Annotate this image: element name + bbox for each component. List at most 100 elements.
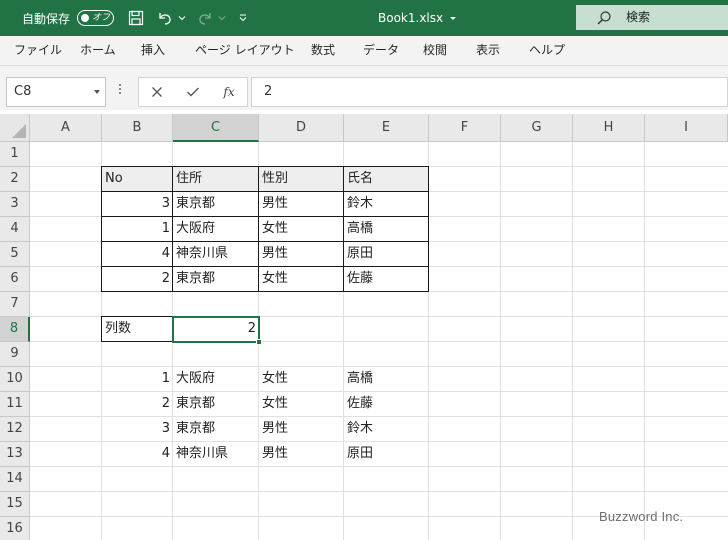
tab-help[interactable]: ヘルプ: [529, 36, 565, 66]
row-header-2[interactable]: 2: [0, 167, 30, 192]
cell-d6[interactable]: 女性: [259, 267, 344, 291]
row-header-1[interactable]: 1: [0, 142, 30, 167]
fill-handle[interactable]: [256, 339, 262, 345]
row-header-4[interactable]: 4: [0, 217, 30, 242]
cell-e10[interactable]: 高橋: [344, 367, 429, 391]
column-header-e[interactable]: E: [344, 114, 429, 142]
cell-b10[interactable]: 1: [102, 367, 173, 391]
row-header-15[interactable]: 15: [0, 492, 30, 517]
cancel-icon[interactable]: [144, 78, 170, 106]
tab-page-layout[interactable]: ページ レイアウト: [195, 36, 295, 66]
customize-toolbar-icon[interactable]: [238, 0, 248, 36]
name-box-dropdown-icon[interactable]: [94, 90, 100, 94]
column-header-c[interactable]: C: [173, 114, 259, 142]
formula-input[interactable]: 2: [251, 77, 728, 107]
search-box[interactable]: 検索: [576, 5, 728, 30]
search-label: 検索: [626, 10, 651, 24]
tab-file[interactable]: ファイル: [14, 36, 62, 66]
cell-e4[interactable]: 高橋: [344, 217, 429, 241]
column-header-f[interactable]: F: [429, 114, 501, 142]
cell-b11[interactable]: 2: [102, 392, 173, 416]
cell-c10[interactable]: 大阪府: [173, 367, 259, 391]
row-header-9[interactable]: 9: [0, 342, 30, 367]
name-box[interactable]: C8: [6, 77, 106, 107]
cell-c5[interactable]: 神奈川県: [173, 242, 259, 266]
row-header-7[interactable]: 7: [0, 292, 30, 317]
cell-c2[interactable]: 住所: [173, 167, 259, 191]
ribbon-tabs: ファイル ホーム 挿入 ページ レイアウト 数式 データ 校閲 表示 ヘルプ: [0, 36, 728, 66]
cell-c12[interactable]: 東京都: [173, 417, 259, 441]
cell-b3[interactable]: 3: [102, 192, 173, 216]
tab-formulas[interactable]: 数式: [311, 36, 335, 66]
cell-b5[interactable]: 4: [102, 242, 173, 266]
column-header-d[interactable]: D: [259, 114, 344, 142]
column-header-b[interactable]: B: [102, 114, 173, 142]
cell-e6[interactable]: 佐藤: [344, 267, 429, 291]
cell-d13[interactable]: 男性: [259, 442, 344, 466]
cell-d12[interactable]: 男性: [259, 417, 344, 441]
cell-e12[interactable]: 鈴木: [344, 417, 429, 441]
cell-c6[interactable]: 東京都: [173, 267, 259, 291]
row-header-13[interactable]: 13: [0, 442, 30, 467]
cell-d3[interactable]: 男性: [259, 192, 344, 216]
tab-insert[interactable]: 挿入: [141, 36, 165, 66]
cell-c11[interactable]: 東京都: [173, 392, 259, 416]
formula-value: 2: [264, 84, 273, 99]
autosave-state: オフ: [92, 13, 111, 23]
watermark: Buzzword Inc.: [599, 509, 684, 524]
cell-b13[interactable]: 4: [102, 442, 173, 466]
cell-d2[interactable]: 性別: [259, 167, 344, 191]
cell-c4[interactable]: 大阪府: [173, 217, 259, 241]
row-header-5[interactable]: 5: [0, 242, 30, 267]
cell-e13[interactable]: 原田: [344, 442, 429, 466]
autosave-toggle[interactable]: オフ: [77, 10, 114, 26]
row-header-14[interactable]: 14: [0, 467, 30, 492]
row-header-10[interactable]: 10: [0, 367, 30, 392]
formula-bar-grip-icon[interactable]: [119, 84, 121, 98]
cell-d10[interactable]: 女性: [259, 367, 344, 391]
cell-e5[interactable]: 原田: [344, 242, 429, 266]
undo-icon[interactable]: [156, 0, 174, 36]
row-header-6[interactable]: 6: [0, 267, 30, 292]
title-dropdown-icon: [450, 17, 457, 20]
row-header-16[interactable]: 16: [0, 517, 30, 540]
save-icon[interactable]: [128, 0, 144, 36]
column-header-a[interactable]: A: [30, 114, 102, 142]
row-header-3[interactable]: 3: [0, 192, 30, 217]
cell-b8[interactable]: 列数: [102, 317, 173, 341]
ribbon-gap: [0, 66, 728, 74]
cell-d4[interactable]: 女性: [259, 217, 344, 241]
redo-dropdown-icon: [218, 0, 226, 36]
column-header-h[interactable]: H: [573, 114, 645, 142]
search-icon: [597, 11, 611, 25]
cell-e3[interactable]: 鈴木: [344, 192, 429, 216]
cell-c3[interactable]: 東京都: [173, 192, 259, 216]
cell-b12[interactable]: 3: [102, 417, 173, 441]
formula-buttons: fx: [138, 77, 248, 107]
cell-e11[interactable]: 佐藤: [344, 392, 429, 416]
column-header-i[interactable]: I: [645, 114, 728, 142]
formula-bar: C8 fx 2: [0, 74, 728, 110]
cell-b4[interactable]: 1: [102, 217, 173, 241]
enter-icon[interactable]: [180, 78, 206, 106]
undo-dropdown-icon[interactable]: [178, 0, 186, 36]
cell-c13[interactable]: 神奈川県: [173, 442, 259, 466]
document-title-text: Book1.xlsx: [378, 11, 444, 25]
tab-review[interactable]: 校閲: [423, 36, 447, 66]
insert-function-icon[interactable]: fx: [216, 78, 242, 106]
cell-e2[interactable]: 氏名: [344, 167, 429, 191]
document-title[interactable]: Book1.xlsx: [378, 0, 457, 36]
worksheet-grid: A B C D E F G H I 1 2 3 4 5 6 7 8 9 10 1…: [0, 114, 728, 540]
cell-d5[interactable]: 男性: [259, 242, 344, 266]
column-header-g[interactable]: G: [501, 114, 573, 142]
row-header-12[interactable]: 12: [0, 417, 30, 442]
row-header-8[interactable]: 8: [0, 317, 30, 342]
row-header-11[interactable]: 11: [0, 392, 30, 417]
tab-data[interactable]: データ: [363, 36, 399, 66]
tab-view[interactable]: 表示: [476, 36, 500, 66]
cell-b2[interactable]: No: [102, 167, 173, 191]
cell-b6[interactable]: 2: [102, 267, 173, 291]
select-all-button[interactable]: [0, 114, 30, 142]
cell-d11[interactable]: 女性: [259, 392, 344, 416]
tab-home[interactable]: ホーム: [80, 36, 116, 66]
